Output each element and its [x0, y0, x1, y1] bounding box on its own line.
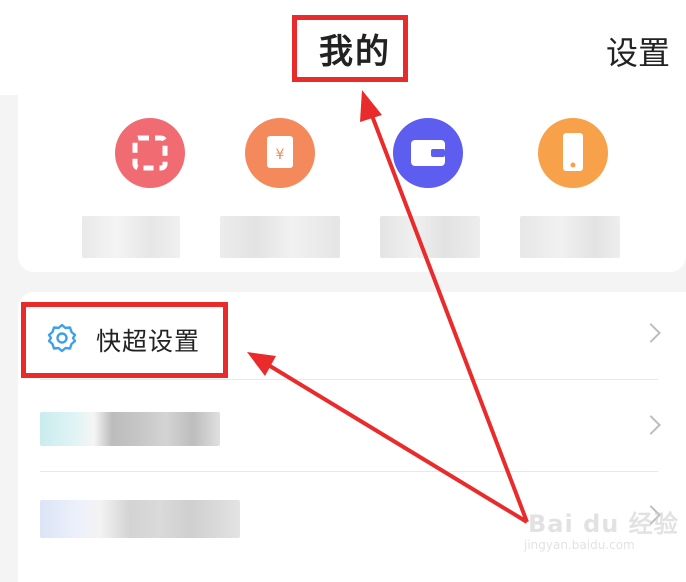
annotation-arrows: [247, 90, 529, 524]
arrow-head: [360, 90, 382, 122]
watermark-main: Bai du 经验: [528, 510, 679, 538]
arrow-head: [247, 352, 276, 376]
arrow-line: [268, 364, 529, 524]
watermark: Bai du 经验 jingyan.baidu.com: [520, 500, 680, 560]
watermark-sub: jingyan.baidu.com: [524, 538, 635, 552]
arrow-line: [369, 112, 529, 523]
